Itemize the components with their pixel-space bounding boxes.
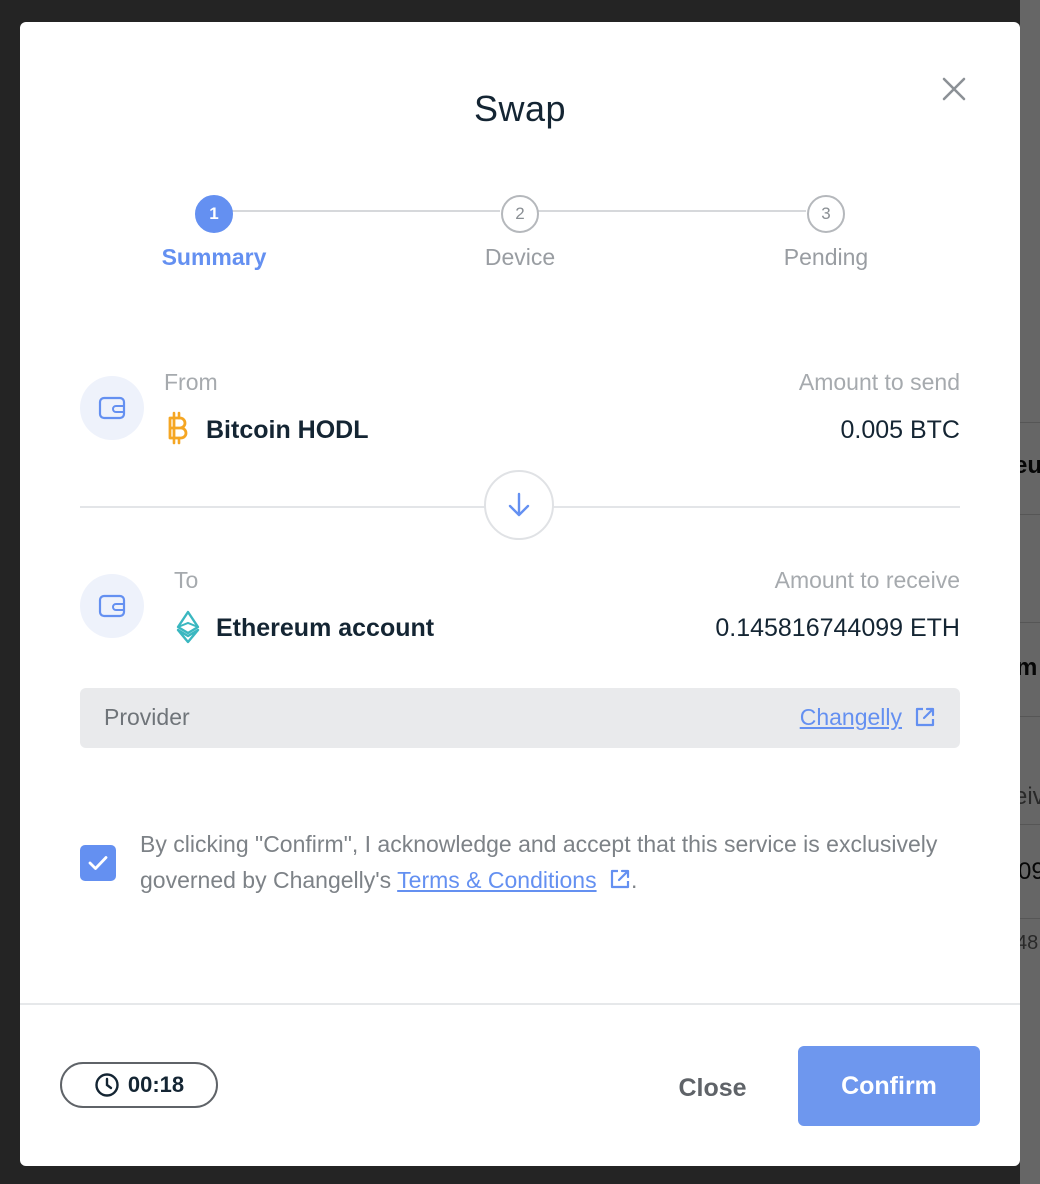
step-2-label: Device bbox=[484, 244, 556, 270]
disclaimer-period: . bbox=[630, 867, 638, 893]
step-2-indicator: 2 bbox=[501, 195, 539, 233]
from-account-name: Bitcoin HODL bbox=[206, 416, 369, 444]
from-label: From bbox=[164, 369, 218, 395]
close-button[interactable]: Close bbox=[660, 1068, 765, 1108]
confirm-button[interactable]: Confirm bbox=[798, 1046, 980, 1126]
stepper-connector bbox=[538, 210, 806, 212]
terms-link[interactable]: Terms & Conditions bbox=[397, 867, 596, 893]
terms-checkbox[interactable] bbox=[80, 845, 116, 881]
receive-amount: 0.145816744099 ETH bbox=[715, 614, 960, 642]
provider-label: Provider bbox=[104, 704, 190, 730]
arrow-down-icon bbox=[484, 470, 554, 540]
step-3-indicator: 3 bbox=[807, 195, 845, 233]
provider-link[interactable]: Changelly bbox=[800, 704, 902, 731]
step-3-label: Pending bbox=[783, 244, 869, 270]
timer-value: 00:18 bbox=[127, 1072, 185, 1097]
stepper-connector bbox=[232, 210, 500, 212]
footer-divider bbox=[20, 1003, 1020, 1005]
external-link-icon[interactable] bbox=[914, 706, 936, 733]
step-1-label: Summary bbox=[161, 244, 267, 270]
terms-disclaimer: By clicking "Confirm", I acknowledge and… bbox=[140, 826, 960, 900]
swap-modal: Swap 1 Summary 2 Device 3 Pending From B… bbox=[20, 22, 1020, 1166]
wallet-icon bbox=[80, 574, 144, 638]
clock-icon bbox=[95, 1073, 119, 1097]
send-amount: 0.005 BTC bbox=[840, 416, 960, 444]
amount-to-send-label: Amount to send bbox=[798, 369, 960, 395]
provider-row: Provider Changelly bbox=[80, 688, 960, 748]
bitcoin-icon bbox=[166, 411, 190, 450]
wallet-icon bbox=[80, 376, 144, 440]
to-account-name: Ethereum account bbox=[216, 614, 435, 642]
to-label: To bbox=[174, 567, 199, 593]
external-link-icon[interactable] bbox=[609, 864, 631, 900]
ethereum-icon bbox=[175, 610, 201, 649]
close-icon[interactable] bbox=[940, 75, 968, 103]
amount-to-receive-label: Amount to receive bbox=[774, 567, 960, 593]
countdown-timer: 00:18 bbox=[60, 1062, 218, 1108]
checkmark-icon bbox=[88, 856, 108, 870]
modal-title: Swap bbox=[473, 88, 567, 129]
step-1-indicator: 1 bbox=[195, 195, 233, 233]
